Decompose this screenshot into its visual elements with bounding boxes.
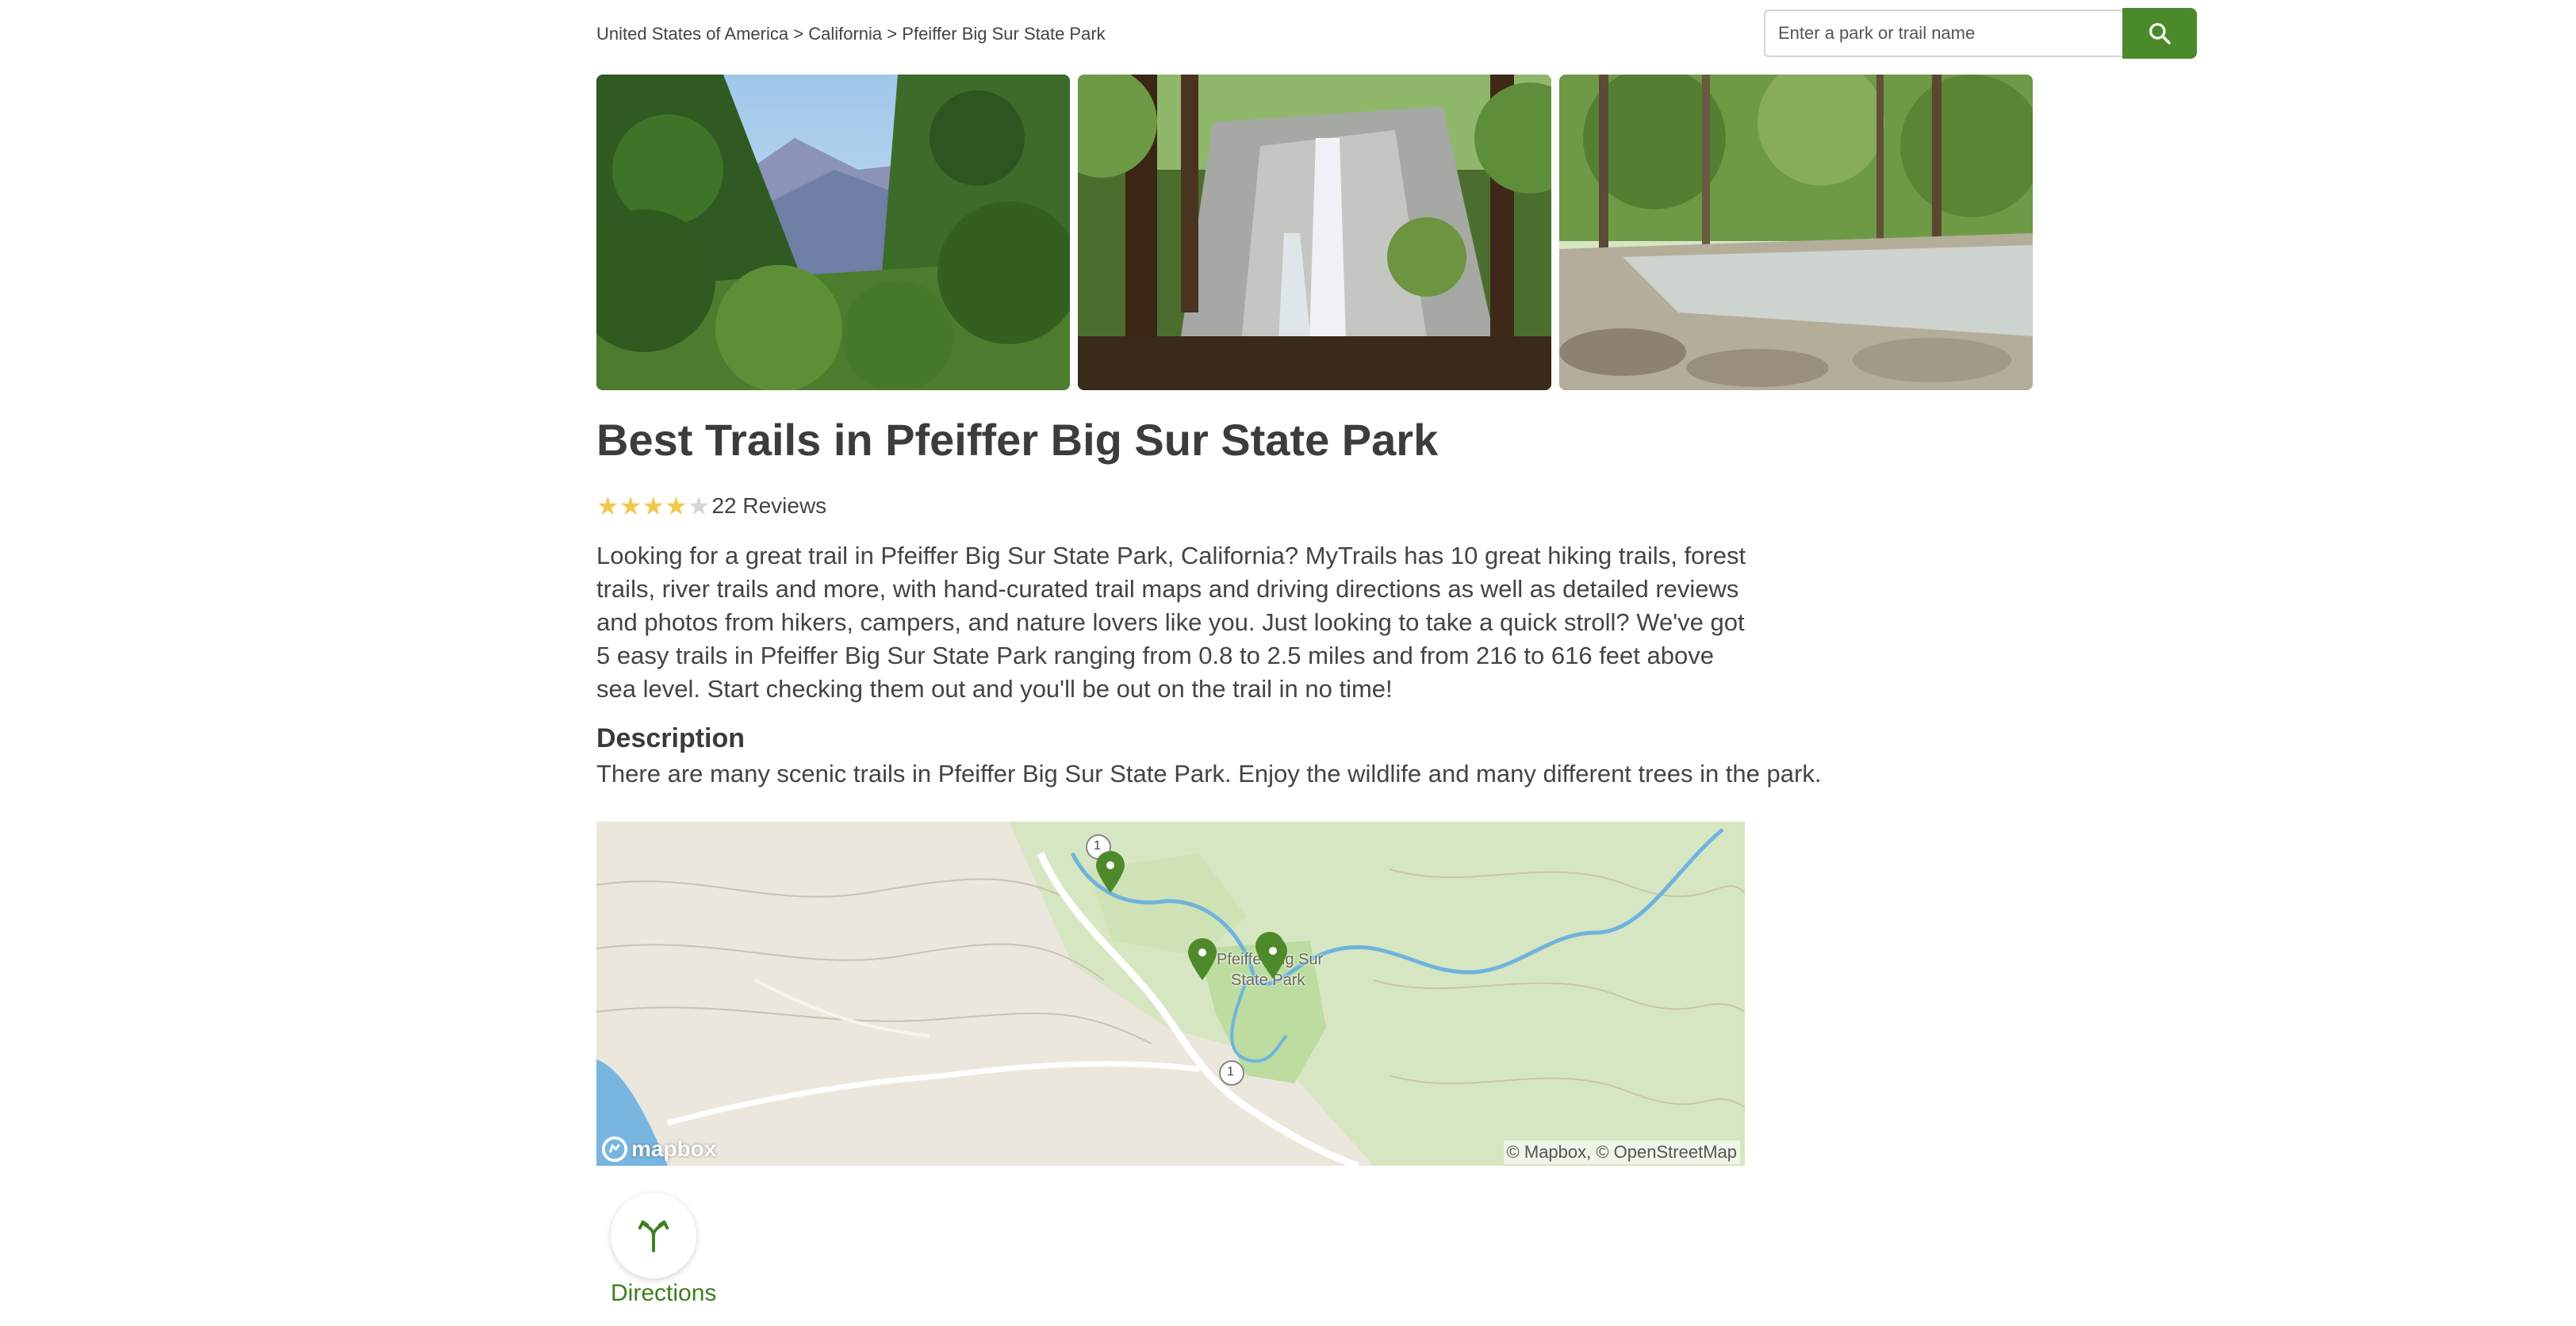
search-bar xyxy=(1764,8,2197,60)
star-filled-icon: ★ xyxy=(665,491,688,521)
reviews-count[interactable]: 22 Reviews xyxy=(711,493,826,519)
star-filled-icon: ★ xyxy=(596,491,619,521)
map-attribution[interactable]: © Mapbox, © OpenStreetMap xyxy=(1503,1140,1740,1164)
intro-text: Looking for a great trail in Pfeiffer Bi… xyxy=(596,542,1746,703)
description-text: There are many scenic trails in Pfeiffer… xyxy=(596,760,1822,788)
mapbox-logo-text: mapbox xyxy=(631,1136,717,1161)
search-input[interactable] xyxy=(1764,10,2122,57)
mapbox-logo-icon xyxy=(601,1136,628,1163)
star-rating: ★ ★ ★ ★ ★ xyxy=(596,493,710,519)
breadcrumb-item-park[interactable]: Pfeiffer Big Sur State Park xyxy=(902,24,1105,44)
route-shield-label: 1 xyxy=(1227,1065,1234,1079)
breadcrumb-separator: > xyxy=(793,24,804,44)
search-button[interactable] xyxy=(2122,8,2197,59)
description-heading: Description xyxy=(596,723,746,753)
river-forest-photo[interactable] xyxy=(1559,75,2033,390)
photo-gallery xyxy=(596,75,2033,390)
map-terrain xyxy=(596,822,1745,1166)
breadcrumb: United States of America > California > … xyxy=(596,24,1106,44)
rating: ★ ★ ★ ★ ★ 22 Reviews xyxy=(596,493,826,519)
mapbox-logo[interactable]: mapbox xyxy=(601,1136,716,1163)
trail-pin[interactable] xyxy=(1094,850,1126,895)
mountain-valley-photo[interactable] xyxy=(596,75,1070,390)
directions-label[interactable]: Directions xyxy=(611,1280,716,1307)
star-empty-icon: ★ xyxy=(687,491,711,521)
breadcrumb-separator: > xyxy=(887,24,898,44)
page-title: Best Trails in Pfeiffer Big Sur State Pa… xyxy=(596,415,1439,465)
star-filled-icon: ★ xyxy=(642,491,665,521)
search-icon xyxy=(2149,23,2171,44)
star-filled-icon: ★ xyxy=(619,491,642,521)
directions-icon xyxy=(638,1220,669,1253)
directions-button[interactable] xyxy=(611,1193,696,1278)
park-map[interactable]: 1 1 Pfeiffer Big Sur State Park mapbox xyxy=(596,822,1745,1166)
breadcrumb-item-country[interactable]: United States of America xyxy=(596,24,788,44)
page: United States of America > California > … xyxy=(0,0,2576,1326)
trail-pin[interactable] xyxy=(1186,937,1218,982)
breadcrumb-item-state[interactable]: California xyxy=(808,24,882,44)
waterfall-photo[interactable] xyxy=(1078,75,1551,390)
trail-pin[interactable] xyxy=(1257,936,1289,980)
